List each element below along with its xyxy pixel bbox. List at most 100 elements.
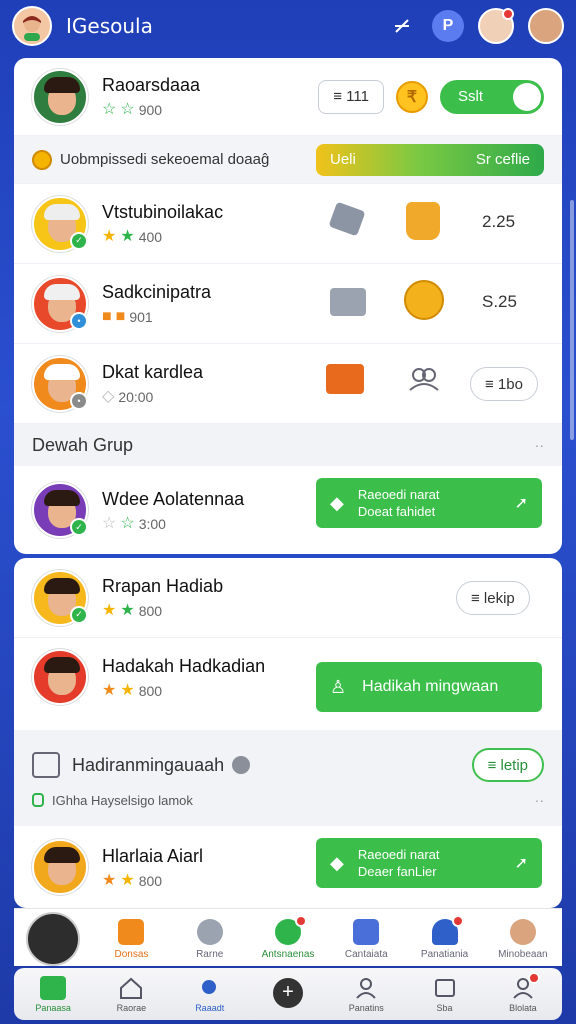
list-item[interactable]: ✓ Wdee Aolatennaa ☆ ☆ 3:00 ◆ Raeoedi narat… [14,466,562,554]
app-logo-avatar[interactable] [12,6,52,46]
tab-profile-bottom[interactable]: Panatins [327,976,405,1013]
tab-label: Minobeaan [498,949,548,960]
tab-bar-top: Donsas Rarne Antsnaenas Cantaiata Panati… [14,908,562,966]
tab-label: Panatins [348,1002,384,1013]
list-item-name: Hadakah Hadkadian [102,655,266,676]
toggle-button[interactable]: Sslt [440,79,544,114]
list-item-name: Vtstubinoilakac [102,202,224,222]
reward-badge-icon [326,364,364,394]
chest-icon [330,288,366,316]
redeem-button[interactable]: ◆ Raeoedi narat Doeat fahidet ➚ [316,478,542,528]
star-icon: ☆ [102,514,117,532]
tab-account[interactable]: Blolata [484,971,562,1013]
counter-button[interactable]: ≡ 111 [318,79,384,114]
share-icon: ➚ [514,855,528,872]
row-action-button[interactable]: ≡ 1bo [470,367,538,401]
list-item-score: 800 [138,682,163,699]
tab-add[interactable]: + [249,977,327,1011]
star-icon: ★ [102,681,117,699]
tab-chat[interactable]: Antsnaenas [249,915,327,966]
avatar [32,649,88,705]
row-action-label: ≡ 1bo [485,375,523,393]
list-item[interactable]: • Sadkcinipatra ■ ■ 901 S.25 [14,264,562,344]
tab-game[interactable]: Rarne [171,919,249,966]
share-icon: ➚ [514,495,528,512]
toggle-knob [513,82,541,111]
weekly-gift-label: Hadikah mingwaan [362,678,499,695]
scrollbar[interactable] [570,200,574,440]
group-section-header: Dewah Grup ·· [14,424,562,466]
list-item[interactable]: ✓ Rrapan Hadiab ★ ★ 800 ≡ lekip [14,558,562,638]
tab-profile[interactable] [14,912,92,966]
tag-icon: ◇ [102,388,115,405]
star-icon: ★ [120,871,135,889]
tab-search[interactable]: Raaadt [171,976,249,1013]
user-avatar[interactable] [528,8,564,44]
tab-member[interactable]: Minobeaan [484,919,562,966]
counter-label: ≡ 111 [333,88,369,105]
notification-avatar[interactable] [478,8,514,44]
banner-progress[interactable]: Ueli Sr ceflie [316,143,544,176]
tab-label: Raorae [116,1002,147,1013]
banner-row: Uobmpissedi sekeoemal doaaĝ Ueli Sr cefl… [14,136,562,184]
tab-shop[interactable]: Donsas [92,919,170,966]
star-icon: ★ [120,681,135,699]
star-icon: ★ [120,602,135,619]
list-item[interactable]: ✓ Vtstubinoilakac ★ ★ 400 2.25 [14,184,562,264]
weekly-section: Hadiranmingauaah ≡ letip IGhha Hayselsig… [14,730,562,826]
gamepad-icon [196,919,223,945]
tab-house[interactable]: Raorae [92,976,170,1013]
weekly-gift-button[interactable]: ♙ Hadikah mingwaan [316,662,542,712]
chat-bubble-icon [274,915,307,945]
redeem-line1: Raeoedi narat [357,847,440,862]
medal-icon [32,149,52,170]
tab-contacts[interactable]: Cantaiata [327,919,405,966]
star-icon: ★ [102,602,117,619]
chat-badge-label: P [442,17,454,34]
tab-box[interactable]: Sba [405,976,483,1013]
profile-score: 900 [138,102,163,118]
chat-icon[interactable]: P [432,10,464,42]
profile-row[interactable]: Raoarsdaaa ☆ ☆ 900 ≡ 111 ₹ Sslt [14,58,562,136]
section-title: Hadiranmingauaah [72,754,225,775]
avatar [32,68,88,125]
star-icon: ☆ [102,101,117,118]
tab-label: Panatiania [420,949,469,960]
person-icon [431,915,464,945]
member-avatar-icon [509,919,536,945]
pin-off-icon[interactable] [386,10,418,42]
more-icon[interactable]: ·· [535,792,544,808]
calendar-icon [32,752,60,778]
house-icon [118,976,144,1000]
list-item-name: Rrapan Hadiab [102,576,224,596]
list-item-score: 800 [138,603,163,619]
toggle-label: Sslt [458,88,484,105]
star-icon: ★ [102,228,117,245]
weekly-action-button[interactable]: ≡ letip [471,748,544,782]
coin-icon: ₹ [396,80,428,113]
shield-icon [32,793,44,807]
list-item-name: Wdee Aolatennaa [102,488,245,509]
tab-home[interactable]: Panaasa [14,975,92,1013]
section-title: Dewah Grup [32,434,134,455]
tab-people[interactable]: Panatiania [405,915,483,966]
list-item-score: 901 [129,309,153,325]
list-item[interactable]: • Dkat kardlea ◇ 20:00 ≡ 1bo [14,344,562,424]
tab-label: Antsnaenas [261,949,315,960]
redeem-button[interactable]: ◆ Raeoedi narat Deaer fanLier ➚ [316,838,542,888]
app-title: IGesoula [66,14,153,38]
star-icon: ☆ [120,101,135,118]
notification-dot [527,971,540,984]
list-item-score: 20:00 [118,389,154,405]
list-item[interactable]: Hlarlaia Aiarl ★ ★ 800 ◆ Raeoedi narat Dea… [14,826,562,908]
notification-dot [451,915,464,927]
list-item[interactable]: Hadakah Hadkadian ★ ★ 800 ♙ Hadikah mingwa… [14,638,562,716]
avatar: • [32,355,88,412]
avatar [26,912,81,966]
list-item-value: 2.25 [482,212,516,231]
rewards-card: ✓ Rrapan Hadiab ★ ★ 800 ≡ lekip Hadakah Ha… [14,558,562,908]
row-action-button[interactable]: ≡ lekip [456,581,530,615]
row-action-label: ≡ lekip [471,589,515,607]
more-icon[interactable]: ·· [535,437,544,453]
gold-coins-icon [404,280,444,320]
